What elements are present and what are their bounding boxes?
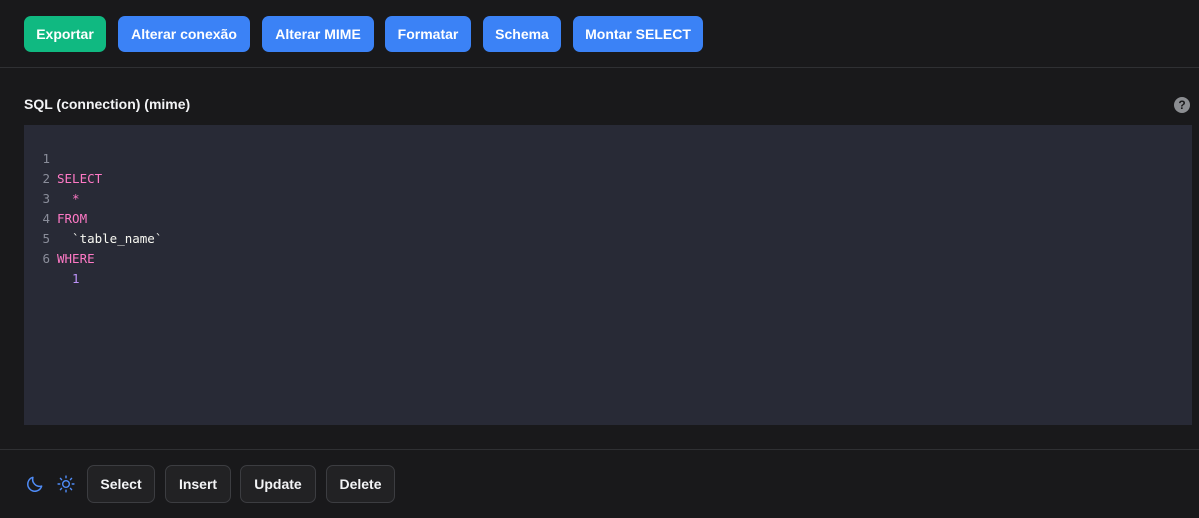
code-line: 2 *	[24, 149, 79, 206]
code-text: WHERE	[57, 251, 95, 266]
code-text: 1	[57, 271, 80, 286]
code-text: *	[57, 191, 80, 206]
sun-icon[interactable]	[56, 474, 76, 494]
code-line: 3 FROM	[24, 169, 87, 226]
change-mime-button[interactable]: Alterar MIME	[262, 16, 374, 52]
export-button[interactable]: Exportar	[24, 16, 106, 52]
sql-editor-label: SQL (connection) (mime)	[24, 96, 191, 112]
sql-code-editor[interactable]: 1 SELECT 2 * 3 FROM 4 `table_name` 5 WHE…	[24, 125, 1192, 425]
format-button[interactable]: Formatar	[385, 16, 471, 52]
code-text: FROM	[57, 211, 88, 226]
build-select-button[interactable]: Montar SELECT	[573, 16, 703, 52]
code-line: 5 WHERE	[24, 209, 94, 266]
code-line: 4 `table_name`	[24, 189, 162, 246]
change-connection-button[interactable]: Alterar conexão	[118, 16, 250, 52]
delete-template-button[interactable]: Delete	[326, 465, 395, 503]
question-circle-icon[interactable]: ?	[1174, 97, 1190, 113]
line-number: 6	[42, 251, 50, 266]
schema-button[interactable]: Schema	[483, 16, 561, 52]
insert-template-button[interactable]: Insert	[165, 465, 231, 503]
select-template-button[interactable]: Select	[87, 465, 155, 503]
update-template-button[interactable]: Update	[240, 465, 316, 503]
code-line: 1 SELECT	[24, 129, 102, 186]
code-line: 6 1	[24, 229, 79, 286]
code-text: `table_name`	[57, 231, 163, 246]
code-text: SELECT	[57, 171, 103, 186]
moon-icon[interactable]	[25, 474, 45, 494]
top-toolbar: Exportar Alterar conexão Alterar MIME Fo…	[0, 0, 1199, 68]
